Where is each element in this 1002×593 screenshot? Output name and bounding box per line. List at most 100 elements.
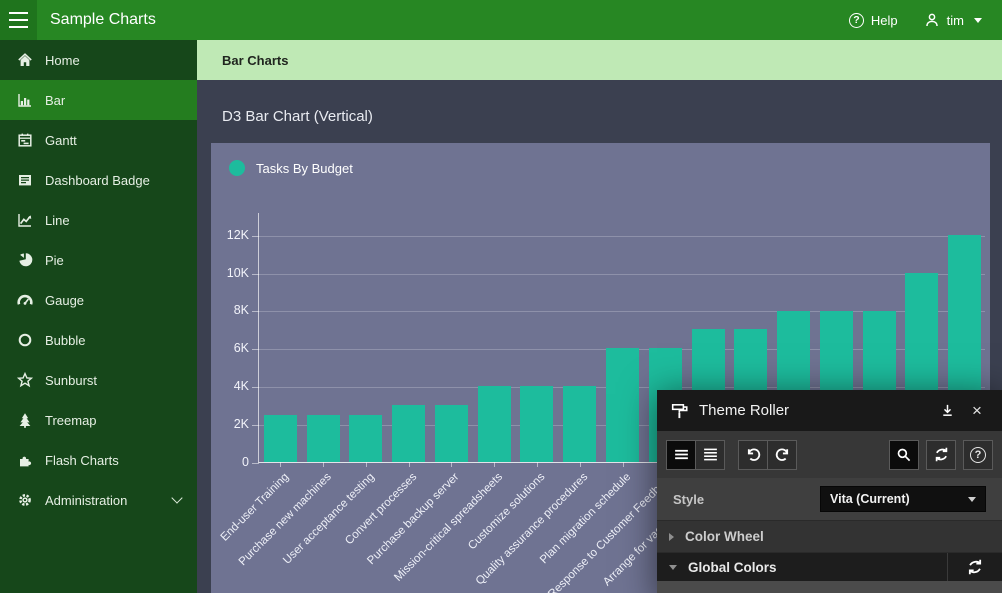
- sidebar-item-label: Gantt: [45, 133, 77, 148]
- sidebar-item-label: Sunburst: [45, 373, 97, 388]
- y-axis-label: 2K: [211, 417, 249, 431]
- bar[interactable]: [478, 386, 511, 462]
- bar[interactable]: [435, 405, 468, 462]
- spacing-button-group: [666, 440, 725, 470]
- help-circle-icon: ?: [849, 13, 864, 28]
- topbar-actions: ? Help tim: [849, 12, 1002, 28]
- sidebar-item-label: Line: [45, 213, 70, 228]
- redo-icon: [774, 446, 791, 463]
- close-icon[interactable]: ×: [966, 400, 988, 422]
- section-global-colors: Global Colors: [657, 552, 1002, 581]
- dashboard-badge-icon: [16, 172, 33, 189]
- comfortable-spacing-button[interactable]: [695, 440, 725, 470]
- person-icon: [924, 12, 940, 28]
- y-axis-label: 8K: [211, 303, 249, 317]
- legend-label: Tasks By Budget: [256, 161, 353, 176]
- sync-icon: [966, 558, 984, 576]
- treemap-icon: [16, 412, 33, 429]
- sunburst-icon: [16, 372, 33, 389]
- undo-button[interactable]: [738, 440, 768, 470]
- chevron-down-icon: [669, 565, 677, 570]
- help-button[interactable]: ? Help: [849, 13, 898, 28]
- bar[interactable]: [392, 405, 425, 462]
- section-color-wheel[interactable]: Color Wheel: [657, 520, 1002, 552]
- top-bar: Sample Charts ? Help tim: [0, 0, 1002, 40]
- bar[interactable]: [520, 386, 553, 462]
- y-axis-tick: [252, 463, 259, 464]
- y-axis-label: 4K: [211, 379, 249, 393]
- section-global-colors-toggle[interactable]: Global Colors: [657, 553, 947, 581]
- sidebar-item-label: Dashboard Badge: [45, 173, 150, 188]
- x-axis-label: Customize solutions: [466, 471, 547, 552]
- style-row: Style Vita (Current): [657, 478, 1002, 520]
- bar[interactable]: [606, 348, 639, 462]
- y-axis-label: 0: [211, 455, 249, 469]
- legend-dot: [229, 160, 245, 176]
- chevron-down-icon: [171, 492, 182, 503]
- home-icon: [16, 52, 33, 69]
- bar[interactable]: [563, 386, 596, 462]
- sidebar-item-pie[interactable]: Pie: [0, 240, 197, 280]
- reset-global-colors-button[interactable]: [947, 553, 1002, 581]
- sidebar-item-label: Pie: [45, 253, 64, 268]
- app-window: { "topbar": { "title": "Sample Charts", …: [0, 0, 1002, 593]
- sidebar-item-treemap[interactable]: Treemap: [0, 400, 197, 440]
- sidebar-item-flash-charts[interactable]: Flash Charts: [0, 440, 197, 480]
- theme-roller-header: Theme Roller ×: [657, 390, 1002, 431]
- search-button[interactable]: [889, 440, 919, 470]
- help-button[interactable]: ?: [963, 440, 993, 470]
- sidebar-item-bar[interactable]: Bar: [0, 80, 197, 120]
- section-body: [657, 581, 1002, 593]
- x-axis-tick: [580, 462, 581, 467]
- download-icon[interactable]: [936, 400, 958, 422]
- x-axis-tick: [451, 462, 452, 467]
- x-axis-tick: [280, 462, 281, 467]
- style-label: Style: [673, 492, 704, 507]
- gantt-icon: [16, 132, 33, 149]
- sidebar-item-dashboard-badge[interactable]: Dashboard Badge: [0, 160, 197, 200]
- sidebar-item-gauge[interactable]: Gauge: [0, 280, 197, 320]
- user-menu-button[interactable]: tim: [924, 12, 982, 28]
- sidebar-item-administration[interactable]: Administration: [0, 480, 197, 520]
- sidebar-item-home[interactable]: Home: [0, 40, 197, 80]
- redo-button[interactable]: [767, 440, 797, 470]
- gridline: [259, 236, 985, 237]
- sidebar-item-label: Bubble: [45, 333, 85, 348]
- y-axis-tick: [252, 425, 259, 426]
- sidebar-item-line[interactable]: Line: [0, 200, 197, 240]
- help-circle-icon: ?: [970, 447, 986, 463]
- section-label: Color Wheel: [685, 529, 764, 544]
- hamburger-icon[interactable]: [0, 0, 37, 40]
- theme-roller-panel: Theme Roller ×: [657, 390, 1002, 593]
- chart-card-title: D3 Bar Chart (Vertical): [222, 108, 373, 125]
- caret-down-icon: [968, 497, 976, 502]
- bar[interactable]: [349, 415, 382, 462]
- sidebar-item-label: Flash Charts: [45, 453, 119, 468]
- section-label: Global Colors: [688, 560, 777, 575]
- bar-chart-icon: [16, 92, 33, 109]
- compact-spacing-button[interactable]: [666, 440, 696, 470]
- y-axis-tick: [252, 311, 259, 312]
- sync-icon: [933, 446, 950, 463]
- lines-4-icon: [702, 446, 719, 463]
- y-axis-label: 12K: [211, 228, 249, 242]
- gridline: [259, 274, 985, 275]
- sidebar-item-bubble[interactable]: Bubble: [0, 320, 197, 360]
- x-axis-tick: [494, 462, 495, 467]
- chevron-right-icon: [669, 533, 674, 541]
- bar[interactable]: [264, 415, 297, 462]
- bar[interactable]: [307, 415, 340, 462]
- paint-roller-icon: [671, 402, 689, 420]
- caret-down-icon: [974, 18, 982, 23]
- legend-item[interactable]: Tasks By Budget: [229, 160, 353, 176]
- sidebar-item-gantt[interactable]: Gantt: [0, 120, 197, 160]
- sidebar-item-label: Bar: [45, 93, 65, 108]
- y-axis-label: 6K: [211, 341, 249, 355]
- refresh-button[interactable]: [926, 440, 956, 470]
- style-select[interactable]: Vita (Current): [820, 486, 986, 512]
- line-chart-icon: [16, 212, 33, 229]
- x-axis-label: Convert processes: [343, 471, 419, 547]
- style-select-value: Vita (Current): [830, 492, 910, 506]
- history-button-group: [738, 440, 797, 470]
- sidebar-item-sunburst[interactable]: Sunburst: [0, 360, 197, 400]
